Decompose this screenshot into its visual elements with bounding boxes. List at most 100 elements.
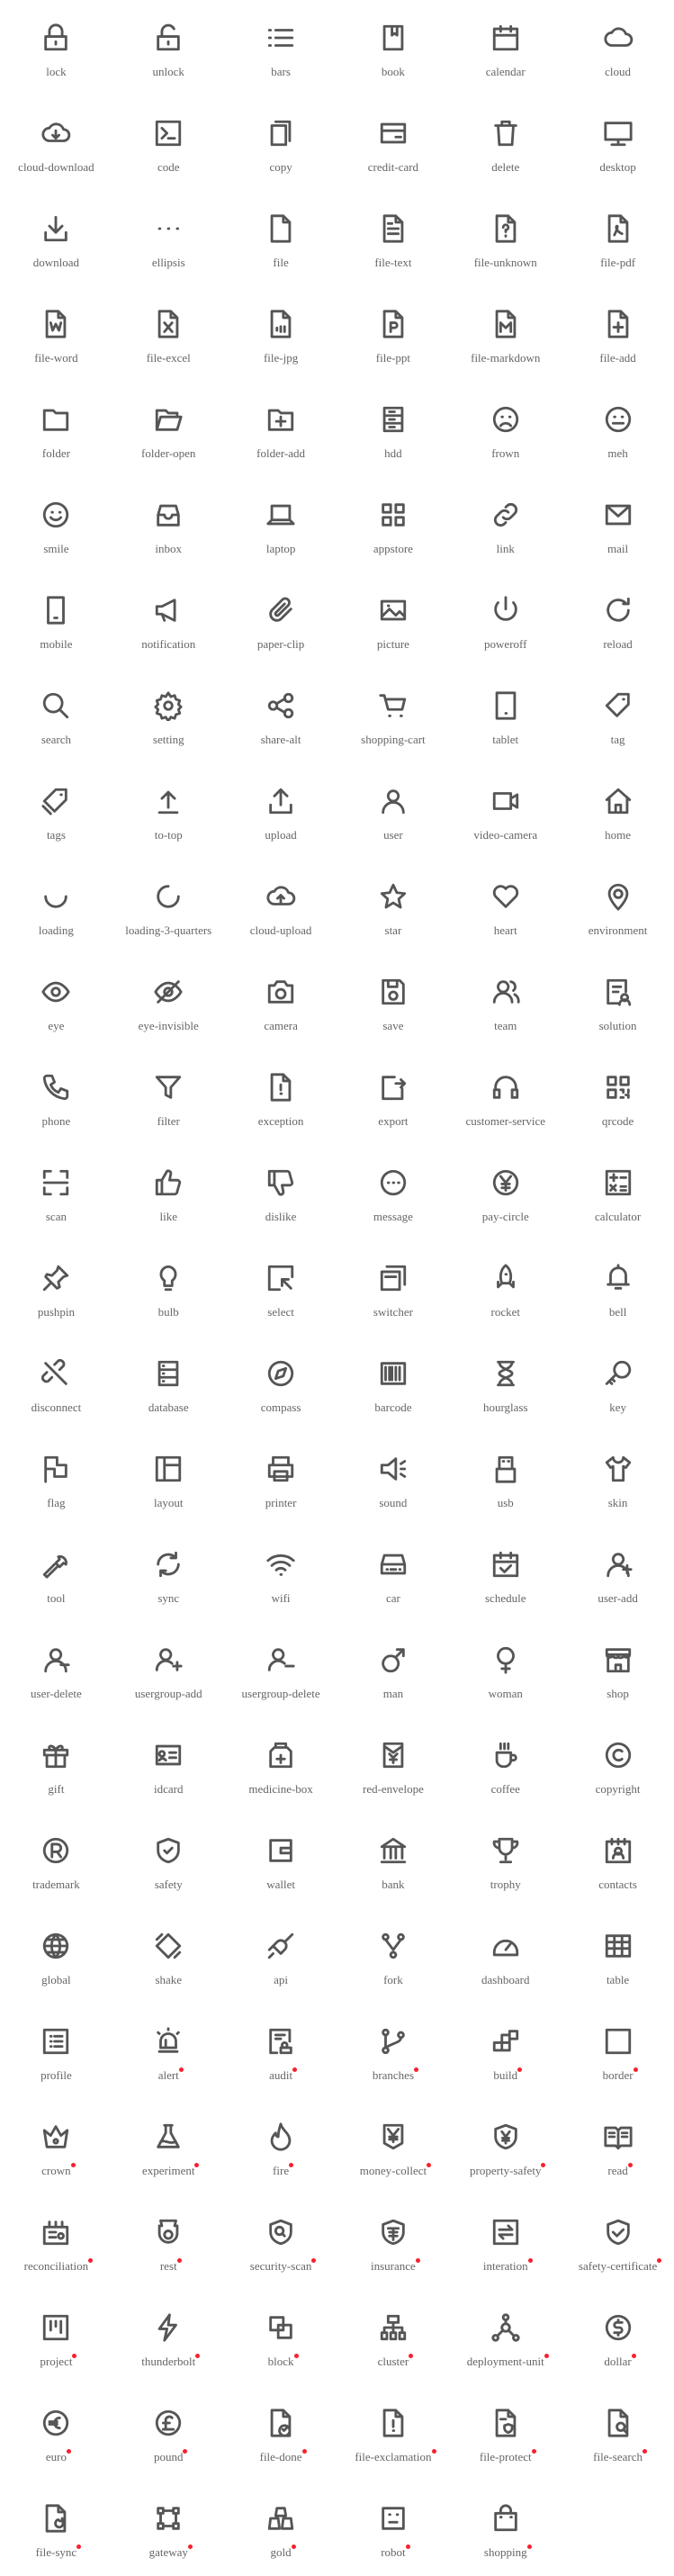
icon-item-heart[interactable]: heart [449, 859, 562, 954]
icon-item-shopping[interactable]: shopping [449, 2481, 562, 2576]
icon-item-appstore[interactable]: appstore [337, 477, 450, 572]
icon-item-file-word[interactable]: file-word [0, 286, 112, 382]
icon-item-border[interactable]: border [562, 2004, 674, 2099]
icon-item-gift[interactable]: gift [0, 1717, 112, 1813]
icon-item-hdd[interactable]: hdd [337, 382, 450, 477]
icon-item-global[interactable]: global [0, 1908, 112, 2004]
icon-item-unlock[interactable]: unlock [112, 0, 225, 95]
icon-item-usb[interactable]: usb [449, 1431, 562, 1527]
icon-item-medicine-box[interactable]: medicine-box [225, 1717, 337, 1813]
icon-item-ellipsis[interactable]: ellipsis [112, 191, 225, 286]
icon-item-file-text[interactable]: file-text [337, 191, 450, 286]
icon-item-folder-add[interactable]: folder-add [225, 382, 337, 477]
icon-item-loading[interactable]: loading [0, 859, 112, 954]
icon-item-tablet[interactable]: tablet [449, 668, 562, 763]
icon-item-file-exclamation[interactable]: file-exclamation [337, 2385, 450, 2481]
icon-item-reload[interactable]: reload [562, 572, 674, 668]
icon-item-exception[interactable]: exception [225, 1049, 337, 1145]
icon-item-profile[interactable]: profile [0, 2004, 112, 2099]
icon-item-euro[interactable]: euro [0, 2385, 112, 2481]
icon-item-sync[interactable]: sync [112, 1527, 225, 1622]
icon-item-shop[interactable]: shop [562, 1622, 674, 1717]
icon-item-barcode[interactable]: barcode [337, 1336, 450, 1431]
icon-item-export[interactable]: export [337, 1049, 450, 1145]
icon-item-credit-card[interactable]: credit-card [337, 95, 450, 191]
icon-item-trophy[interactable]: trophy [449, 1813, 562, 1908]
icon-item-pound[interactable]: pound [112, 2385, 225, 2481]
icon-item-rest[interactable]: rest [112, 2194, 225, 2290]
icon-item-file-excel[interactable]: file-excel [112, 286, 225, 382]
icon-item-select[interactable]: select [225, 1240, 337, 1336]
icon-item-customer-service[interactable]: customer-service [449, 1049, 562, 1145]
icon-item-insurance[interactable]: insurance [337, 2194, 450, 2290]
icon-item-cloud-download[interactable]: cloud-download [0, 95, 112, 191]
icon-item-trademark[interactable]: trademark [0, 1813, 112, 1908]
icon-item-tags[interactable]: tags [0, 763, 112, 859]
icon-item-folder[interactable]: folder [0, 382, 112, 477]
icon-item-download[interactable]: download [0, 191, 112, 286]
icon-item-wifi[interactable]: wifi [225, 1527, 337, 1622]
icon-item-schedule[interactable]: schedule [449, 1527, 562, 1622]
icon-item-deployment-unit[interactable]: deployment-unit [449, 2290, 562, 2385]
icon-item-user-add[interactable]: user-add [562, 1527, 674, 1622]
icon-item-woman[interactable]: woman [449, 1622, 562, 1717]
icon-item-property-safety[interactable]: property-safety [449, 2099, 562, 2194]
icon-item-file-sync[interactable]: file-sync [0, 2481, 112, 2576]
icon-item-fork[interactable]: fork [337, 1908, 450, 2004]
icon-item-pay-circle[interactable]: pay-circle [449, 1145, 562, 1240]
icon-item-camera[interactable]: camera [225, 954, 337, 1049]
icon-item-dollar[interactable]: dollar [562, 2290, 674, 2385]
icon-item-link[interactable]: link [449, 477, 562, 572]
icon-item-coffee[interactable]: coffee [449, 1717, 562, 1813]
icon-item-printer[interactable]: printer [225, 1431, 337, 1527]
icon-item-rocket[interactable]: rocket [449, 1240, 562, 1336]
icon-item-file-unknown[interactable]: file-unknown [449, 191, 562, 286]
icon-item-solution[interactable]: solution [562, 954, 674, 1049]
icon-item-fire[interactable]: fire [225, 2099, 337, 2194]
icon-item-compass[interactable]: compass [225, 1336, 337, 1431]
icon-item-smile[interactable]: smile [0, 477, 112, 572]
icon-item-bank[interactable]: bank [337, 1813, 450, 1908]
icon-item-alert[interactable]: alert [112, 2004, 225, 2099]
icon-item-desktop[interactable]: desktop [562, 95, 674, 191]
icon-item-video-camera[interactable]: video-camera [449, 763, 562, 859]
icon-item-star[interactable]: star [337, 859, 450, 954]
icon-item-poweroff[interactable]: poweroff [449, 572, 562, 668]
icon-item-filter[interactable]: filter [112, 1049, 225, 1145]
icon-item-team[interactable]: team [449, 954, 562, 1049]
icon-item-pushpin[interactable]: pushpin [0, 1240, 112, 1336]
icon-item-interation[interactable]: interation [449, 2194, 562, 2290]
icon-item-file-protect[interactable]: file-protect [449, 2385, 562, 2481]
icon-item-switcher[interactable]: switcher [337, 1240, 450, 1336]
icon-item-key[interactable]: key [562, 1336, 674, 1431]
icon-item-usergroup-delete[interactable]: usergroup-delete [225, 1622, 337, 1717]
icon-item-dislike[interactable]: dislike [225, 1145, 337, 1240]
icon-item-database[interactable]: database [112, 1336, 225, 1431]
icon-item-disconnect[interactable]: disconnect [0, 1336, 112, 1431]
icon-item-shake[interactable]: shake [112, 1908, 225, 2004]
icon-item-file-jpg[interactable]: file-jpg [225, 286, 337, 382]
icon-item-copy[interactable]: copy [225, 95, 337, 191]
icon-item-message[interactable]: message [337, 1145, 450, 1240]
icon-item-audit[interactable]: audit [225, 2004, 337, 2099]
icon-item-phone[interactable]: phone [0, 1049, 112, 1145]
icon-item-eye[interactable]: eye [0, 954, 112, 1049]
icon-item-bars[interactable]: bars [225, 0, 337, 95]
icon-item-calculator[interactable]: calculator [562, 1145, 674, 1240]
icon-item-safety-certificate[interactable]: safety-certificate [562, 2194, 674, 2290]
icon-item-shopping-cart[interactable]: shopping-cart [337, 668, 450, 763]
icon-item-experiment[interactable]: experiment [112, 2099, 225, 2194]
icon-item-upload[interactable]: upload [225, 763, 337, 859]
icon-item-bell[interactable]: bell [562, 1240, 674, 1336]
icon-item-file-pdf[interactable]: file-pdf [562, 191, 674, 286]
icon-item-contacts[interactable]: contacts [562, 1813, 674, 1908]
icon-item-build[interactable]: build [449, 2004, 562, 2099]
icon-item-api[interactable]: api [225, 1908, 337, 2004]
icon-item-search[interactable]: search [0, 668, 112, 763]
icon-item-cloud[interactable]: cloud [562, 0, 674, 95]
icon-item-setting[interactable]: setting [112, 668, 225, 763]
icon-item-layout[interactable]: layout [112, 1431, 225, 1527]
icon-item-table[interactable]: table [562, 1908, 674, 2004]
icon-item-money-collect[interactable]: money-collect [337, 2099, 450, 2194]
icon-item-scan[interactable]: scan [0, 1145, 112, 1240]
